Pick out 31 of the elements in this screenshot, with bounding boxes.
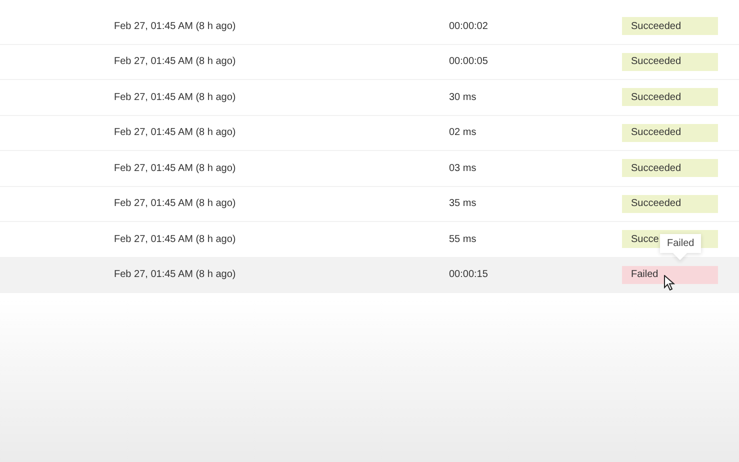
start-time: Feb 27, 01:45 AM (8 h ago) bbox=[114, 269, 237, 280]
duration: 55 ms bbox=[449, 234, 478, 245]
duration: 00:00:15 bbox=[449, 269, 489, 280]
start-time: Feb 27, 01:45 AM (8 h ago) bbox=[114, 20, 237, 32]
cursor-icon bbox=[664, 275, 675, 291]
status-badge: Failed bbox=[622, 266, 718, 284]
duration: 30 ms bbox=[449, 92, 478, 103]
run-row[interactable]: Feb 27, 01:45 AM (8 h ago) 35 ms Succeeded bbox=[0, 186, 739, 222]
start-time: Feb 27, 01:45 AM (8 h ago) bbox=[114, 198, 237, 210]
status-badge: Succeeded bbox=[622, 88, 718, 106]
start-time: Feb 27, 01:45 AM (8 h ago) bbox=[114, 56, 237, 68]
run-row[interactable]: Feb 27, 01:45 AM (8 h ago) 30 ms Succeeded bbox=[0, 80, 739, 116]
start-time: Feb 27, 01:45 AM (8 h ago) bbox=[114, 127, 237, 138]
status-badge: Succeeded bbox=[622, 194, 718, 213]
status-badge: Succeeded bbox=[622, 124, 718, 142]
start-time: Feb 27, 01:45 AM (8 h ago) bbox=[114, 162, 237, 174]
duration: 03 ms bbox=[449, 162, 478, 174]
run-row[interactable]: Feb 27, 01:45 AM (8 h ago) 00:00:15 Failed bbox=[0, 258, 739, 293]
start-time: Feb 27, 01:45 AM (8 h ago) bbox=[114, 234, 237, 245]
duration: 00:00:05 bbox=[449, 56, 489, 68]
status-badge: Succeeded bbox=[622, 17, 718, 36]
run-row[interactable]: Feb 27, 01:45 AM (8 h ago) 02 ms Succeeded bbox=[0, 116, 739, 151]
run-row[interactable]: Feb 27, 01:45 AM (8 h ago) 00:00:05 Succeeded bbox=[0, 44, 739, 80]
status-badge: Succeeded bbox=[622, 159, 718, 178]
duration: 02 ms bbox=[449, 127, 478, 138]
duration: 00:00:02 bbox=[449, 20, 489, 32]
run-row[interactable]: Feb 27, 01:45 AM (8 h ago) 03 ms Succeeded bbox=[0, 151, 739, 186]
start-time: Feb 27, 01:45 AM (8 h ago) bbox=[114, 92, 237, 103]
duration: 35 ms bbox=[449, 198, 478, 210]
status-badge: Succeeded bbox=[622, 52, 718, 71]
run-row[interactable]: Feb 27, 01:45 AM (8 h ago) 00:00:02 Succeeded bbox=[0, 9, 739, 44]
